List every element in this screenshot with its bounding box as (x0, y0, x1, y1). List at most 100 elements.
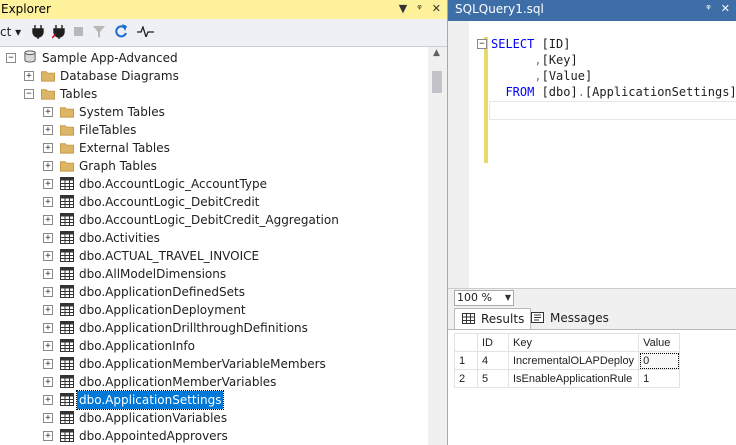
query-tab[interactable]: SQLQuery1.sql ᵠ ✕ (448, 0, 736, 19)
tree-node[interactable]: + FileTables (0, 121, 428, 139)
tree-node[interactable]: + dbo.ApplicationDefinedSets (0, 283, 428, 301)
expand-icon[interactable]: + (43, 197, 53, 207)
tree-node[interactable]: + dbo.ApplicationSettings (0, 390, 428, 410)
cell-id[interactable]: 5 (477, 369, 509, 388)
expand-icon[interactable]: + (43, 287, 53, 297)
tree-node-label[interactable]: dbo.Activities (79, 229, 160, 247)
tree-node-label[interactable]: dbo.ApplicationDefinedSets (79, 283, 245, 301)
tree-node-label[interactable]: dbo.ApplicationMemberVariables (79, 373, 276, 391)
results-grid[interactable]: ID Key Value 1 4 IncrementalOLAPDeploy 0… (454, 333, 681, 388)
tree-node-label[interactable]: FileTables (79, 121, 136, 139)
expand-icon[interactable]: + (43, 161, 53, 171)
tree-node-label[interactable]: dbo.ApplicationMemberVariableMembers (79, 355, 326, 373)
query-tab-title[interactable]: SQLQuery1.sql (455, 2, 544, 16)
connect-button[interactable]: ct ▾ (0, 25, 21, 39)
connect-plug-icon[interactable] (32, 25, 44, 39)
expand-icon[interactable]: + (43, 305, 53, 315)
tree-node-label[interactable]: dbo.ApplicationSettings (75, 390, 225, 410)
cell-key[interactable]: IsEnableApplicationRule (507, 369, 640, 388)
tree-node[interactable]: + Database Diagrams (0, 67, 428, 85)
tree-node[interactable]: + dbo.AccountLogic_AccountType (0, 175, 428, 193)
tree-node[interactable]: + dbo.AccountLogic_DebitCredit (0, 193, 428, 211)
tree-node[interactable]: + Graph Tables (0, 157, 428, 175)
tab-results[interactable]: Results (454, 308, 532, 329)
scroll-thumb[interactable] (432, 71, 442, 93)
tree-node[interactable]: + dbo.ApplicationDrillthroughDefinitions (0, 319, 428, 337)
tree-node-label[interactable]: dbo.AccountLogic_DebitCredit (79, 193, 259, 211)
row-number[interactable]: 2 (454, 369, 478, 388)
expand-icon[interactable]: + (43, 377, 53, 387)
close-icon[interactable]: ✕ (432, 2, 441, 15)
tree-node-label[interactable]: dbo.AppointedApprovers (79, 427, 228, 445)
disconnect-plug-icon[interactable] (52, 25, 66, 39)
tree-node[interactable]: + dbo.Activities (0, 229, 428, 247)
tree-node[interactable]: + dbo.ApplicationMemberVariables (0, 373, 428, 391)
table-row[interactable]: 1 4 IncrementalOLAPDeploy 0 (454, 351, 681, 370)
tree-node-label[interactable]: dbo.ApplicationDrillthroughDefinitions (79, 319, 308, 337)
cell-id[interactable]: 4 (477, 351, 509, 370)
tree-node-label[interactable]: dbo.ApplicationInfo (79, 337, 195, 355)
tree-node[interactable]: + dbo.AppointedApprovers (0, 427, 428, 445)
tree-node[interactable]: + dbo.AccountLogic_DebitCredit_Aggregatio… (0, 211, 428, 229)
tree-node[interactable]: + dbo.ACTUAL_TRAVEL_INVOICE (0, 247, 428, 265)
tree-node-label[interactable]: dbo.ApplicationVariables (79, 409, 227, 427)
tree-node-label[interactable]: Sample App-Advanced (42, 49, 178, 67)
row-number[interactable]: 1 (454, 351, 478, 370)
stop-icon[interactable] (74, 27, 84, 37)
object-tree[interactable]: − Sample App-Advanced + Database Diagrams − T… (0, 47, 428, 445)
scroll-up-icon[interactable]: ▲ (433, 48, 440, 58)
pin-icon[interactable]: ᵠ (706, 2, 711, 15)
pin-icon[interactable]: ᵠ (417, 2, 422, 15)
tree-node-label[interactable]: Graph Tables (79, 157, 157, 175)
expand-icon[interactable]: + (43, 125, 53, 135)
tree-node-label[interactable]: External Tables (79, 139, 170, 157)
expand-icon[interactable]: + (24, 71, 34, 81)
cell-value[interactable]: 0 (638, 351, 681, 370)
expand-icon[interactable]: + (43, 395, 53, 405)
expand-icon[interactable]: + (43, 341, 53, 351)
tree-node[interactable]: + dbo.ApplicationMemberVariableMembers (0, 355, 428, 373)
filter-icon[interactable] (93, 26, 105, 38)
table-row[interactable]: 2 5 IsEnableApplicationRule 1 (454, 369, 681, 388)
tree-node-label[interactable]: Tables (60, 85, 97, 103)
expand-icon[interactable]: + (43, 143, 53, 153)
tree-node[interactable]: + System Tables (0, 103, 428, 121)
expand-icon[interactable]: + (43, 251, 53, 261)
expand-icon[interactable]: + (43, 431, 53, 441)
expand-icon[interactable]: + (43, 233, 53, 243)
tab-messages[interactable]: Messages (524, 308, 615, 328)
tree-node[interactable]: − Tables (0, 85, 428, 103)
activity-monitor-icon[interactable] (137, 26, 155, 37)
tree-node-label[interactable]: System Tables (79, 103, 165, 121)
zoom-select[interactable]: 100 % ▼ (454, 290, 514, 306)
grid-header-key[interactable]: Key (507, 333, 640, 352)
explorer-vertical-scrollbar[interactable]: ▲ (428, 47, 447, 445)
tree-node-label[interactable]: dbo.AccountLogic_AccountType (79, 175, 267, 193)
tree-node[interactable]: + External Tables (0, 139, 428, 157)
expand-icon[interactable]: + (43, 215, 53, 225)
tree-node-label[interactable]: Database Diagrams (60, 67, 179, 85)
tree-node-label[interactable]: dbo.AccountLogic_DebitCredit_Aggregation (79, 211, 339, 229)
collapse-icon[interactable]: − (477, 39, 487, 49)
sql-editor[interactable]: − SELECT [ID] ,[Key] ,[Value] FROM [dbo]… (448, 21, 736, 288)
grid-header-value[interactable]: Value (638, 333, 681, 352)
tree-node-label[interactable]: dbo.ACTUAL_TRAVEL_INVOICE (79, 247, 259, 265)
close-tab-icon[interactable]: ✕ (721, 2, 730, 15)
collapse-icon[interactable]: − (24, 89, 34, 99)
expand-icon[interactable]: + (43, 323, 53, 333)
expand-icon[interactable]: + (43, 107, 53, 117)
cell-key[interactable]: IncrementalOLAPDeploy (507, 351, 640, 370)
expand-icon[interactable]: + (43, 269, 53, 279)
grid-header-id[interactable]: ID (477, 333, 509, 352)
tree-node[interactable]: + dbo.AllModelDimensions (0, 265, 428, 283)
tree-node-label[interactable]: dbo.AllModelDimensions (79, 265, 226, 283)
collapse-icon[interactable]: − (6, 53, 16, 63)
tree-node[interactable]: + dbo.ApplicationDeployment (0, 301, 428, 319)
tree-node[interactable]: + dbo.ApplicationInfo (0, 337, 428, 355)
refresh-icon[interactable] (114, 24, 128, 39)
expand-icon[interactable]: + (43, 359, 53, 369)
dropdown-icon[interactable]: ▼ (399, 2, 407, 15)
tree-node-label[interactable]: dbo.ApplicationDeployment (79, 301, 246, 319)
tree-node[interactable]: − Sample App-Advanced (0, 49, 428, 67)
expand-icon[interactable]: + (43, 179, 53, 189)
